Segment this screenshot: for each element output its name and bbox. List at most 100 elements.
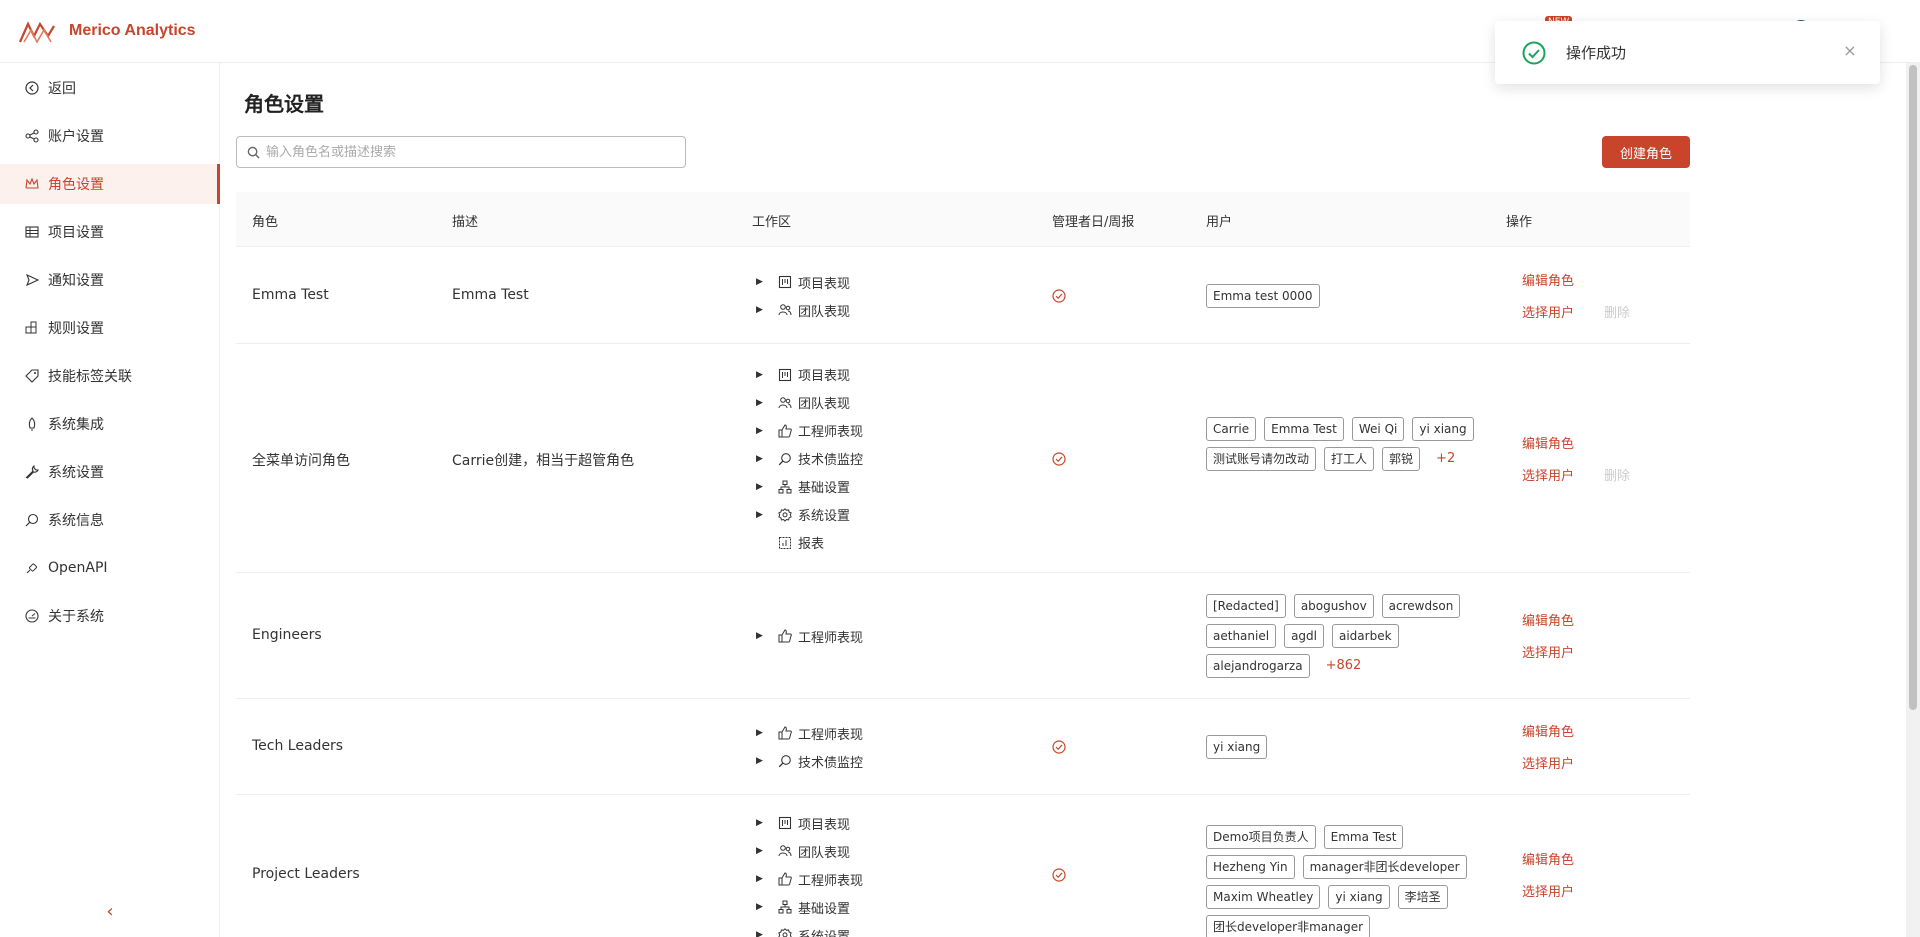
edit-role-button[interactable]: 编辑角色	[1522, 721, 1574, 741]
check-circle-icon	[1052, 868, 1066, 882]
delete-role-button[interactable]: 删除	[1604, 465, 1630, 485]
collapse-sidebar-button[interactable]: ‹	[100, 901, 120, 922]
sidebar-item-4[interactable]: 通知设置	[0, 260, 220, 300]
user-tag: Carrie	[1206, 416, 1257, 441]
workspace-item[interactable]: ▶ 团队表现	[756, 837, 863, 865]
workspace-item[interactable]: ▶ 基础设置	[756, 473, 863, 501]
caret-right-icon[interactable]: ▶	[756, 370, 764, 380]
workspace-label: 基础设置	[798, 901, 851, 917]
workspace-item[interactable]: ▶ 工程师表现	[756, 417, 863, 445]
delete-role-button[interactable]: 删除	[1604, 302, 1630, 322]
sidebar-item-6[interactable]: 技能标签关联	[0, 356, 220, 396]
edit-role-button[interactable]: 编辑角色	[1522, 433, 1574, 453]
search-input[interactable]	[266, 144, 666, 160]
workspace-item[interactable]: ▶ 基础设置	[756, 893, 863, 921]
caret-right-icon[interactable]: ▶	[756, 846, 764, 856]
sidebar-item-0[interactable]: 返回	[0, 68, 220, 108]
sidebar-item-8[interactable]: 系统设置	[0, 452, 220, 492]
sidebar-item-3[interactable]: 项目设置	[0, 212, 220, 252]
more-users-link[interactable]: +2	[1428, 447, 1473, 471]
sidebar-item-11[interactable]: 关于系统	[0, 596, 220, 636]
close-icon[interactable]: ×	[1842, 43, 1858, 59]
search-box	[236, 136, 686, 168]
workspace-item[interactable]: ▶ 工程师表现	[756, 719, 863, 747]
role-name: Engineers	[252, 627, 322, 643]
caret-right-icon[interactable]: ▶	[756, 631, 764, 641]
user-tag: Hezheng Yin	[1206, 855, 1295, 879]
select-users-button[interactable]: 选择用户	[1522, 881, 1574, 901]
select-users-button[interactable]: 选择用户	[1522, 302, 1574, 322]
sidebar-item-9[interactable]: 系统信息	[0, 500, 220, 540]
sidebar-item-label: 系统集成	[48, 417, 104, 433]
app-name: Merico Analytics	[69, 22, 196, 39]
row-actions: 编辑角色选择用户 删除	[1522, 264, 1682, 328]
user-tag: Emma Test	[1264, 416, 1344, 441]
workspace-item[interactable]: ▶ 项目表现	[756, 268, 850, 296]
workspace-list: ▶ 工程师表现 ▶ 技术债监控	[756, 719, 863, 775]
user-tag: Emma Test	[1323, 825, 1404, 849]
caret-right-icon[interactable]: ▶	[756, 426, 764, 436]
edit-role-button[interactable]: 编辑角色	[1522, 849, 1574, 869]
user-tag: agdl	[1284, 624, 1324, 648]
workspace-item[interactable]: ▶ 技术债监控	[756, 445, 863, 473]
team-icon	[778, 844, 792, 858]
sidebar-item-label: 关于系统	[48, 609, 104, 625]
sidebar-item-label: 返回	[48, 81, 76, 97]
select-users-button[interactable]: 选择用户	[1522, 642, 1574, 662]
sidebar-item-2[interactable]: 角色设置	[0, 164, 220, 204]
workspace-item[interactable]: ▶报表	[756, 529, 863, 557]
table-row: Project Leaders ▶ 项目表现 ▶ 团队表现 ▶ 工程师表现 ▶ 基础设置 ▶ 系统设…	[236, 795, 1690, 937]
caret-right-icon[interactable]: ▶	[756, 756, 764, 766]
edit-role-button[interactable]: 编辑角色	[1522, 270, 1574, 290]
caret-right-icon[interactable]: ▶	[756, 728, 764, 738]
workspace-item[interactable]: ▶ 系统设置	[756, 501, 863, 529]
workspace-item[interactable]: ▶ 项目表现	[756, 809, 863, 837]
sidebar-item-10[interactable]: OpenAPI	[0, 548, 220, 588]
sidebar-item-1[interactable]: 账户设置	[0, 116, 220, 156]
rocket-icon	[25, 417, 39, 431]
workspace-item[interactable]: ▶ 工程师表现	[756, 622, 863, 650]
caret-right-icon[interactable]: ▶	[756, 874, 764, 884]
workspace-label: 项目表现	[798, 369, 851, 384]
workspace-item[interactable]: ▶ 项目表现	[756, 361, 863, 389]
sidebar-item-7[interactable]: 系统集成	[0, 404, 220, 444]
user-tag: [Redacted]	[1206, 594, 1286, 618]
edit-role-button[interactable]: 编辑角色	[1522, 610, 1574, 630]
caret-right-icon[interactable]: ▶	[756, 398, 764, 408]
tag-icon	[25, 369, 39, 383]
caret-right-icon[interactable]: ▶	[756, 277, 764, 287]
caret-right-icon[interactable]: ▶	[756, 454, 764, 464]
role-name: 全菜单访问角色	[252, 452, 350, 469]
create-role-button[interactable]: 创建角色	[1602, 136, 1690, 168]
row-actions: 编辑角色 选择用户	[1522, 843, 1682, 907]
select-users-button[interactable]: 选择用户	[1522, 753, 1574, 773]
row-actions: 编辑角色 选择用户	[1522, 604, 1682, 668]
workspace-item[interactable]: ▶ 工程师表现	[756, 865, 863, 893]
caret-right-icon[interactable]: ▶	[756, 510, 764, 520]
role-name: Project Leaders	[252, 866, 360, 882]
caret-right-icon[interactable]: ▶	[756, 482, 764, 492]
caret-right-icon[interactable]: ▶	[756, 930, 764, 937]
caret-right-icon[interactable]: ▶	[756, 305, 764, 315]
workspace-item[interactable]: ▶ 团队表现	[756, 389, 863, 417]
hierarchy-icon	[778, 900, 792, 914]
scrollbar-thumb[interactable]	[1909, 65, 1917, 710]
user-tag: 李培圣	[1397, 885, 1448, 909]
user-tag: 团长developer非manager	[1206, 915, 1371, 937]
workspace-item[interactable]: ▶ 团队表现	[756, 296, 850, 324]
user-tag: aethaniel	[1206, 624, 1277, 648]
thumbs-up-icon	[778, 872, 792, 886]
thumbs-up-icon	[778, 629, 792, 643]
app-logo[interactable]: Merico Analytics	[19, 18, 196, 44]
select-users-button[interactable]: 选择用户	[1522, 465, 1574, 485]
toast-message: 操作成功	[1566, 44, 1627, 62]
workspace-item[interactable]: ▶ 技术债监控	[756, 747, 863, 775]
workspace-item[interactable]: ▶ 系统设置	[756, 921, 863, 937]
sidebar-item-5[interactable]: 规则设置	[0, 308, 220, 348]
caret-right-icon[interactable]: ▶	[756, 818, 764, 828]
more-users-link[interactable]: +862	[1318, 654, 1380, 678]
page-scrollbar[interactable]	[1906, 63, 1920, 937]
caret-right-icon[interactable]: ▶	[756, 902, 764, 912]
success-toast: 操作成功 ×	[1495, 21, 1880, 84]
workspace-label: 工程师表现	[798, 425, 864, 440]
